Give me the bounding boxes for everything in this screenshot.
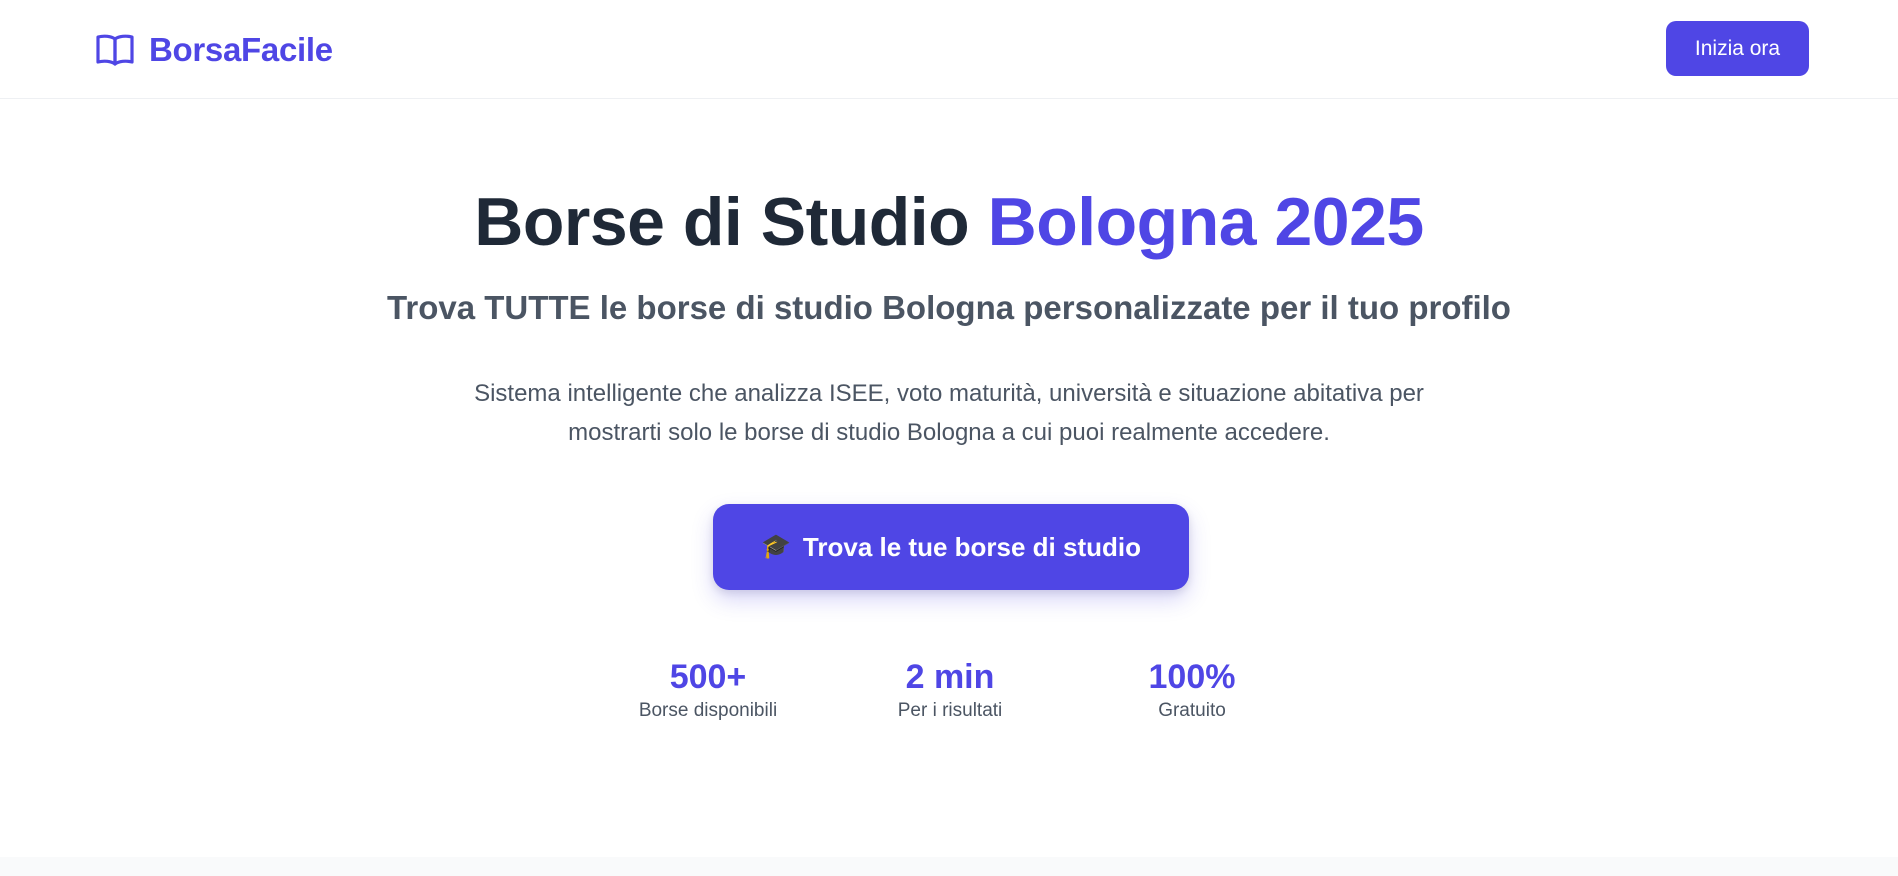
hero-title-main: Borse di Studio [474, 184, 988, 260]
hero-subtitle: Trova TUTTE le borse di studio Bologna p… [387, 289, 1511, 326]
open-book-icon [95, 33, 135, 67]
start-now-button[interactable]: Inizia ora [1666, 21, 1809, 76]
brand-name: BorsaFacile [149, 31, 333, 68]
hero-description: Sistema intelligente che analizza ISEE, … [474, 380, 1424, 446]
stat-value: 100% [1148, 658, 1236, 696]
site-header: BorsaFacile Inizia ora [0, 0, 1898, 99]
find-scholarships-button[interactable]: 🎓 Trova le tue borse di studio [713, 504, 1189, 590]
stat-time: 2 min Per i risultati [830, 656, 1070, 724]
stat-free: 100% Gratuito [1072, 656, 1312, 724]
brand-logo[interactable]: BorsaFacile [95, 31, 333, 69]
stat-value: 2 min [905, 658, 995, 696]
hero-title: Borse di Studio Bologna 2025 [0, 182, 1898, 262]
stat-label: Per i risultati [897, 700, 1003, 721]
next-section-edge [0, 857, 1898, 876]
stats-row: 500+ Borse disponibili 2 min Per i risul… [0, 656, 1898, 736]
stat-scholarships: 500+ Borse disponibili [588, 656, 828, 724]
hero-title-accent: Bologna 2025 [987, 184, 1425, 260]
find-scholarships-label: Trova le tue borse di studio [802, 531, 1141, 562]
stat-label: Gratuito [1158, 700, 1226, 721]
stat-label: Borse disponibili [638, 700, 778, 721]
stat-value: 500+ [669, 658, 747, 696]
graduation-cap-icon: 🎓 [761, 533, 791, 560]
